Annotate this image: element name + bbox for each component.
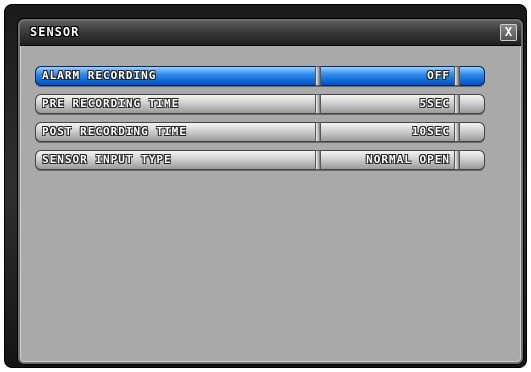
value-left-cap xyxy=(315,150,321,170)
setting-row-pre-recording-time[interactable]: PRE RECORDING TIME 5SEC xyxy=(35,94,485,114)
setting-label: POST RECORDING TIME xyxy=(42,125,187,138)
settings-list: ALARM RECORDING OFF PRE RECORDING TIME 5… xyxy=(35,66,485,178)
title-bar: SENSOR X xyxy=(20,21,521,46)
value-right-cap xyxy=(454,150,460,170)
setting-value[interactable]: 5SEC xyxy=(324,97,450,110)
setting-row-alarm-recording[interactable]: ALARM RECORDING OFF xyxy=(35,66,485,86)
value-right-cap xyxy=(454,94,460,114)
setting-label: PRE RECORDING TIME xyxy=(42,97,180,110)
setting-label: ALARM RECORDING xyxy=(42,69,157,82)
setting-row-post-recording-time[interactable]: POST RECORDING TIME 10SEC xyxy=(35,122,485,142)
value-left-cap xyxy=(315,66,321,86)
value-left-cap xyxy=(315,122,321,142)
setting-value[interactable]: NORMAL OPEN xyxy=(324,153,450,166)
value-left-cap xyxy=(315,94,321,114)
sensor-dialog: SENSOR X ALARM RECORDING OFF PRE RECORDI… xyxy=(18,19,523,364)
dialog-frame: SENSOR X ALARM RECORDING OFF PRE RECORDI… xyxy=(4,4,527,368)
dialog-title: SENSOR xyxy=(30,25,80,39)
value-right-cap xyxy=(454,122,460,142)
setting-row-sensor-input-type[interactable]: SENSOR INPUT TYPE NORMAL OPEN xyxy=(35,150,485,170)
close-icon: X xyxy=(504,25,513,39)
value-right-cap xyxy=(454,66,460,86)
setting-label: SENSOR INPUT TYPE xyxy=(42,153,172,166)
close-button[interactable]: X xyxy=(500,24,517,41)
setting-value[interactable]: 10SEC xyxy=(324,125,450,138)
setting-value[interactable]: OFF xyxy=(324,69,450,82)
